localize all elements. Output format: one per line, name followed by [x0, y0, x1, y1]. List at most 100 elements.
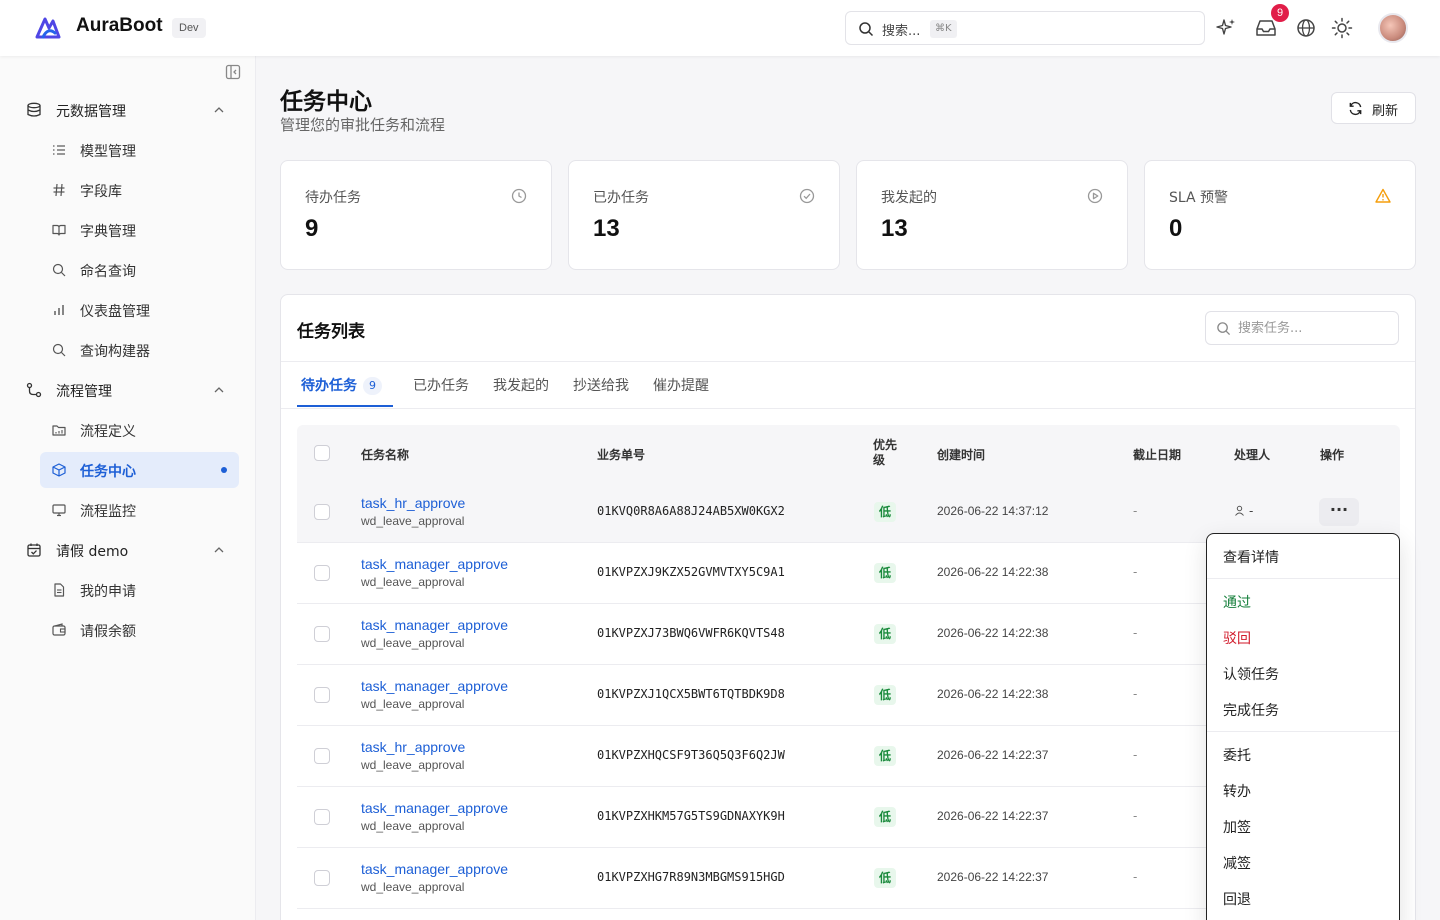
nav-group-metadata[interactable]: 元数据管理	[16, 92, 240, 128]
sidebar-item-process-definition[interactable]: 流程定义	[40, 412, 239, 448]
created-time: 2026-06-22 14:22:37	[937, 809, 1049, 823]
business-number: 01KVPZXJ73BWQ6VWFR6KQVTS48	[597, 626, 785, 640]
cube-icon	[52, 463, 66, 477]
sidebar-item-label: 模型管理	[80, 144, 136, 160]
task-name-link[interactable]: task_manager_approve	[361, 678, 508, 694]
search-icon	[859, 22, 874, 37]
workflow-icon	[26, 382, 42, 398]
stat-card-sla-warning[interactable]: SLA 预警 0	[1144, 160, 1416, 270]
sidebar-item-dictionary[interactable]: 字典管理	[40, 212, 239, 248]
page-subtitle: 管理您的审批任务和流程	[280, 116, 446, 134]
row-checkbox[interactable]	[314, 870, 330, 886]
menu-item-add-signer[interactable]: 加签	[1223, 817, 1251, 837]
sidebar: 元数据管理 模型管理 字段库 字典管理 命名查询 仪表盘管理 查询构建器 流程管…	[0, 56, 256, 920]
sun-icon[interactable]	[1330, 16, 1354, 40]
auraboot-logo[interactable]	[34, 15, 62, 41]
menu-item-remove-signer[interactable]: 减签	[1223, 853, 1251, 873]
row-checkbox[interactable]	[314, 504, 330, 520]
menu-item-delegate[interactable]: 委托	[1223, 745, 1251, 765]
env-badge: Dev	[172, 18, 206, 38]
stat-label: 我发起的	[881, 190, 937, 206]
tab-initiated[interactable]: 我发起的	[493, 375, 549, 395]
business-number: 01KVPZXJ9KZX52GVMVTXY5C9A1	[597, 565, 785, 579]
row-checkbox[interactable]	[314, 748, 330, 764]
task-name-link[interactable]: task_manager_approve	[361, 800, 508, 816]
deadline: -	[1133, 504, 1138, 518]
stat-card-pending[interactable]: 待办任务 9	[280, 160, 552, 270]
row-checkbox[interactable]	[314, 687, 330, 703]
file-icon	[54, 583, 65, 597]
task-name-link[interactable]: task_hr_approve	[361, 739, 465, 755]
task-name-link[interactable]: task_manager_approve	[361, 617, 508, 633]
menu-item-rollback[interactable]: 回退	[1223, 889, 1251, 909]
tab-completed[interactable]: 已办任务	[413, 375, 469, 395]
sidebar-collapse-icon[interactable]	[225, 64, 241, 80]
folder-icon	[52, 425, 66, 436]
bar-chart-icon	[54, 305, 64, 315]
sidebar-item-model-management[interactable]: 模型管理	[40, 132, 239, 168]
tab-reminders[interactable]: 催办提醒	[653, 375, 709, 395]
search-icon	[1217, 322, 1231, 336]
process-key: wd_leave_approval	[361, 636, 465, 650]
process-key: wd_leave_approval	[361, 819, 465, 833]
menu-separator	[1207, 731, 1399, 732]
refresh-icon	[1349, 101, 1362, 116]
sidebar-item-label: 查询构建器	[80, 344, 150, 360]
deadline: -	[1133, 626, 1138, 640]
nav-group-leave-demo[interactable]: 请假 demo	[16, 532, 240, 568]
row-checkbox[interactable]	[314, 809, 330, 825]
menu-item-complete-task[interactable]: 完成任务	[1223, 700, 1279, 720]
sidebar-item-query-builder[interactable]: 查询构建器	[40, 332, 239, 368]
row-actions-button[interactable]: ···	[1319, 498, 1359, 526]
search-icon	[52, 263, 66, 277]
task-search[interactable]	[1205, 311, 1399, 345]
tab-pending[interactable]: 待办任务 9	[301, 375, 382, 395]
stat-card-initiated[interactable]: 我发起的 13	[856, 160, 1128, 270]
stat-label: SLA 预警	[1169, 190, 1229, 206]
user-avatar[interactable]	[1378, 13, 1408, 43]
sidebar-item-leave-balance[interactable]: 请假余额	[40, 612, 239, 648]
warning-icon	[1375, 188, 1391, 203]
hash-icon	[53, 183, 65, 197]
menu-item-approve[interactable]: 通过	[1223, 592, 1251, 612]
deadline: -	[1133, 870, 1138, 884]
nav-group-workflow[interactable]: 流程管理	[16, 372, 240, 408]
deadline: -	[1133, 748, 1138, 762]
task-search-input[interactable]	[1238, 318, 1388, 338]
nav-group-label: 流程管理	[56, 384, 112, 400]
sparkles-icon[interactable]	[1214, 16, 1238, 40]
task-name-link[interactable]: task_manager_approve	[361, 861, 508, 877]
stat-card-completed[interactable]: 已办任务 13	[568, 160, 840, 270]
refresh-button[interactable]: 刷新	[1331, 92, 1416, 124]
play-circle-icon	[1087, 188, 1103, 204]
sidebar-item-label: 字典管理	[80, 224, 136, 240]
row-checkbox[interactable]	[314, 565, 330, 581]
menu-item-reject[interactable]: 驳回	[1223, 628, 1251, 648]
menu-item-transfer[interactable]: 转办	[1223, 781, 1251, 801]
page-title: 任务中心	[280, 89, 372, 115]
tab-cc-to-me[interactable]: 抄送给我	[573, 375, 629, 395]
sidebar-item-task-center[interactable]: 任务中心	[40, 452, 239, 488]
sidebar-item-label: 流程定义	[80, 424, 136, 440]
task-name-link[interactable]: task_hr_approve	[361, 495, 465, 511]
row-checkbox[interactable]	[314, 626, 330, 642]
sidebar-item-field-library[interactable]: 字段库	[40, 172, 239, 208]
globe-icon[interactable]	[1294, 16, 1318, 40]
search-placeholder: 搜索...	[882, 24, 921, 39]
sidebar-item-dashboard-management[interactable]: 仪表盘管理	[40, 292, 239, 328]
process-key: wd_leave_approval	[361, 880, 465, 894]
user-icon	[1235, 505, 1244, 516]
select-all-checkbox[interactable]	[314, 445, 330, 461]
global-search[interactable]: 搜索... ⌘K	[845, 11, 1205, 45]
process-key: wd_leave_approval	[361, 575, 465, 589]
sidebar-item-process-monitor[interactable]: 流程监控	[40, 492, 239, 528]
sidebar-item-label: 请假余额	[80, 624, 136, 640]
menu-item-view-details[interactable]: 查看详情	[1223, 547, 1279, 567]
task-name-link[interactable]: task_manager_approve	[361, 556, 508, 572]
sidebar-item-label: 流程监控	[80, 504, 136, 520]
menu-item-claim-task[interactable]: 认领任务	[1223, 664, 1279, 684]
check-circle-icon	[799, 188, 815, 204]
sidebar-item-named-query[interactable]: 命名查询	[40, 252, 239, 288]
sidebar-item-my-applications[interactable]: 我的申请	[40, 572, 239, 608]
sidebar-item-label: 字段库	[80, 184, 122, 200]
